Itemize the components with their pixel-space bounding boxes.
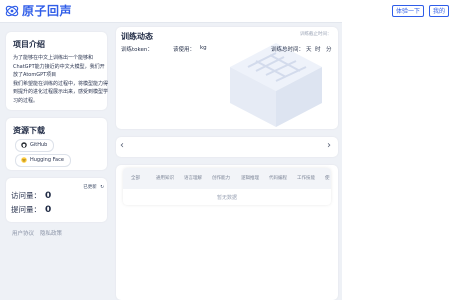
refresh-icon[interactable]: ↻ (100, 185, 104, 190)
privacy-policy-link[interactable]: 隐私政策 (40, 229, 62, 237)
intro-text: 为了能够在中文上训练出一个能够和ChatGPT能力接近的中文大模型，我们开放了A… (13, 54, 109, 106)
tab-work-skills[interactable]: 工作技能 (297, 175, 315, 181)
carousel-next-icon[interactable]: › (327, 140, 331, 151)
tab-coding[interactable]: 代码编程 (269, 175, 287, 181)
table-header: 全部 通用知识 语言理解 创作能力 逻辑推理 代码编程 工作技能 使 (123, 168, 331, 189)
training-tokens-label: 训练token： (121, 47, 153, 53)
refresh-control[interactable]: 已更新 ↻ (83, 184, 104, 190)
stats-card: 已更新 ↻ 访问量： 0 提问量： 0 (6, 178, 107, 222)
tab-general-knowledge[interactable]: 通用知识 (156, 175, 174, 181)
visits-stat: 访问量： 0 (11, 190, 51, 201)
tab-more[interactable]: 使 (325, 175, 330, 181)
github-icon (21, 141, 27, 148)
training-cutoff-label: 训练截止时间： (300, 32, 332, 37)
tab-creativity[interactable]: 创作能力 (212, 175, 230, 181)
training-used-unit: kg (200, 45, 207, 51)
top-bar: 原子回声 体验一下 我的 (0, 0, 456, 23)
huggingface-label: Hugging Face (30, 157, 64, 163)
right-panel (342, 22, 456, 300)
huggingface-button[interactable]: Hugging Face (15, 154, 71, 167)
data-card: 全部 通用知识 语言理解 创作能力 逻辑推理 代码编程 工作技能 使 暂无数据 (116, 165, 338, 300)
training-hour-unit: 时 (315, 47, 321, 53)
data-table: 全部 通用知识 语言理解 创作能力 逻辑推理 代码编程 工作技能 使 暂无数据 (123, 168, 331, 205)
training-used-label: 该使用： (173, 47, 196, 53)
refresh-label: 已更新 (83, 185, 97, 190)
brand-name: 原子回声 (22, 4, 73, 18)
mine-button[interactable]: 我的 (429, 5, 450, 17)
training-title: 训练动态 (121, 32, 153, 41)
intro-title: 项目介绍 (13, 40, 45, 49)
downloads-title: 资源下载 (13, 126, 45, 135)
training-card: 训练动态 训练截止时间： 训练token： 该使用： kg 训练总时间： 天 时… (116, 27, 338, 129)
questions-stat: 提问量： 0 (11, 204, 51, 215)
carousel-prev-icon[interactable]: ‹ (120, 140, 124, 151)
carousel-card: ‹ › (116, 137, 338, 157)
training-total-label: 训练总时间： (271, 47, 305, 53)
github-label: GitHub (30, 142, 48, 148)
table-empty-text: 暂无数据 (216, 195, 237, 201)
intro-paragraph: 为了能够在中文上训练出一个能够和ChatGPT能力接近的中文大模型，我们开放了A… (13, 55, 109, 104)
training-minute-unit: 分 (326, 47, 332, 53)
try-button[interactable]: 体验一下 (392, 5, 425, 17)
training-day-unit: 天 (306, 47, 312, 53)
tab-logic-reasoning[interactable]: 逻辑推理 (241, 175, 259, 181)
tab-language-understanding[interactable]: 语言理解 (184, 175, 202, 181)
questions-value: 0 (45, 205, 52, 215)
downloads-card: 资源下载 GitHub Hugging Face (6, 118, 107, 170)
visits-label: 访问量： (11, 191, 41, 200)
github-button[interactable]: GitHub (15, 139, 55, 152)
intro-card: 项目介绍 为了能够在中文上训练出一个能够和ChatGPT能力接近的中文大模型，我… (6, 32, 109, 110)
tab-all[interactable]: 全部 (131, 175, 140, 181)
logo-icon (5, 5, 19, 17)
questions-label: 提问量： (11, 205, 41, 214)
visits-value: 0 (45, 191, 52, 201)
user-agreement-link[interactable]: 用户协议 (12, 229, 34, 237)
hugging-face-icon (21, 156, 27, 163)
